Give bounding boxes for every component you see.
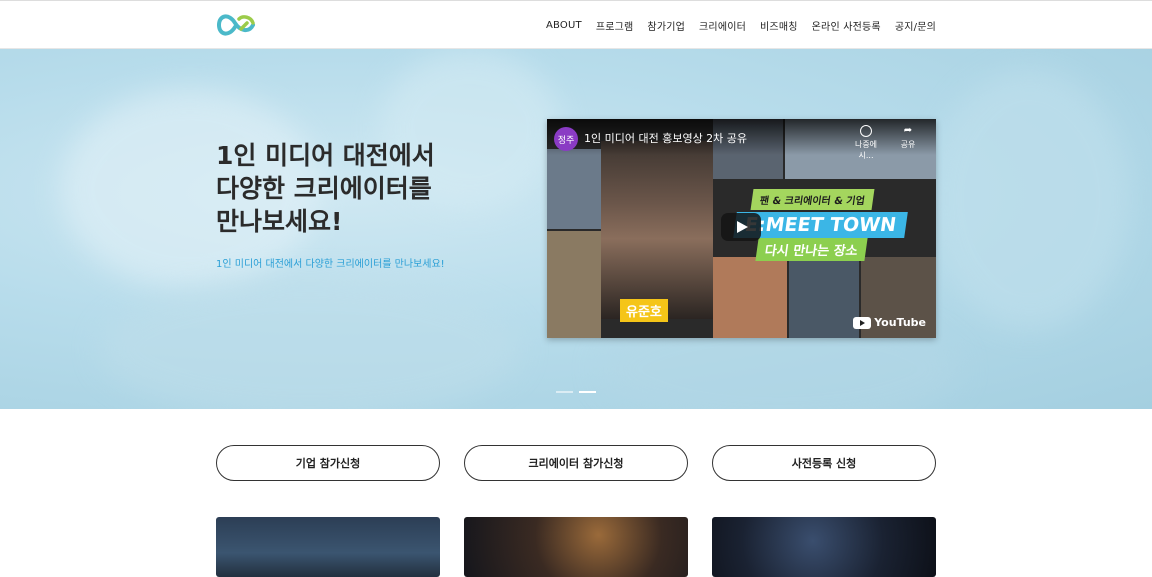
video-thumb-tile <box>789 257 859 338</box>
play-icon[interactable] <box>721 213 761 241</box>
video-tag-place: 다시 만나는 장소 <box>755 238 868 261</box>
video-tag-fan: 팬 & 크리에이터 & 기업 <box>750 189 875 210</box>
youtube-label: YouTube <box>874 316 926 329</box>
feature-card-2[interactable] <box>464 517 688 577</box>
hero-title-line: 1인 미디어 대전에서 <box>216 141 435 170</box>
video-title[interactable]: 1인 미디어 대전 홍보영상 2차 공유 <box>584 130 747 146</box>
video-name-caption: 유준호 <box>620 299 668 322</box>
hero-title-line: 만나보세요! <box>216 207 343 236</box>
hero-title-line: 다양한 크리에이터를 <box>216 174 432 203</box>
slider-pagination <box>556 391 596 393</box>
video-presenter-image <box>601 141 713 319</box>
watch-later-button[interactable]: 나중에 시... <box>851 125 881 161</box>
watch-later-label: 나중에 시... <box>854 140 878 160</box>
nav-item-about[interactable]: ABOUT <box>546 20 582 31</box>
hero-bg-blur <box>930 69 1130 329</box>
promo-video-embed[interactable]: 정주 1인 미디어 대전 홍보영상 2차 공유 나중에 시... ➦ 공유 팬 … <box>547 119 936 338</box>
hero-bg-blur <box>100 279 520 409</box>
clock-icon <box>860 125 872 137</box>
hero-subtitle: 1인 미디어 대전에서 다양한 크리에이터를 만나보세요! <box>216 259 445 270</box>
apply-buttons-row: 기업 참가신청 크리에이터 참가신청 사전등록 신청 <box>216 445 936 481</box>
main-nav: ABOUT 프로그램 참가기업 크리에이터 비즈매칭 온라인 사전등록 공지/문… <box>546 1 936 49</box>
nav-item-companies[interactable]: 참가기업 <box>647 18 685 33</box>
hero-banner: 1인 미디어 대전에서 다양한 크리에이터를 만나보세요! 1인 미디어 대전에… <box>0 49 1152 409</box>
nav-item-creators[interactable]: 크리에이터 <box>699 18 746 33</box>
video-thumb-tile <box>547 149 601 229</box>
share-label: 공유 <box>900 140 916 149</box>
nav-item-program[interactable]: 프로그램 <box>596 18 634 33</box>
nav-item-notice[interactable]: 공지/문의 <box>895 18 936 33</box>
feature-card-1[interactable] <box>216 517 440 577</box>
video-thumb-tile <box>547 231 601 338</box>
feature-card-3[interactable] <box>712 517 936 577</box>
share-icon: ➦ <box>903 125 913 136</box>
creator-apply-button[interactable]: 크리에이터 참가신청 <box>464 445 688 481</box>
hero-title: 1인 미디어 대전에서 다양한 크리에이터를 만나보세요! <box>216 139 476 238</box>
preregister-button[interactable]: 사전등록 신청 <box>712 445 936 481</box>
slider-dot-1[interactable] <box>556 391 573 393</box>
nav-item-biz-matching[interactable]: 비즈매칭 <box>760 18 798 33</box>
site-logo[interactable] <box>215 9 257 41</box>
share-button[interactable]: ➦ 공유 <box>895 125 921 150</box>
site-header: ABOUT 프로그램 참가기업 크리에이터 비즈매칭 온라인 사전등록 공지/문… <box>0 0 1152 49</box>
company-apply-button[interactable]: 기업 참가신청 <box>216 445 440 481</box>
video-thumb-tile <box>713 257 787 338</box>
youtube-logo-link[interactable]: YouTube <box>853 316 926 329</box>
slider-dot-2[interactable] <box>579 391 596 393</box>
channel-avatar[interactable]: 정주 <box>554 127 578 151</box>
nav-item-preregister[interactable]: 온라인 사전등록 <box>812 18 881 33</box>
youtube-icon <box>853 316 872 329</box>
